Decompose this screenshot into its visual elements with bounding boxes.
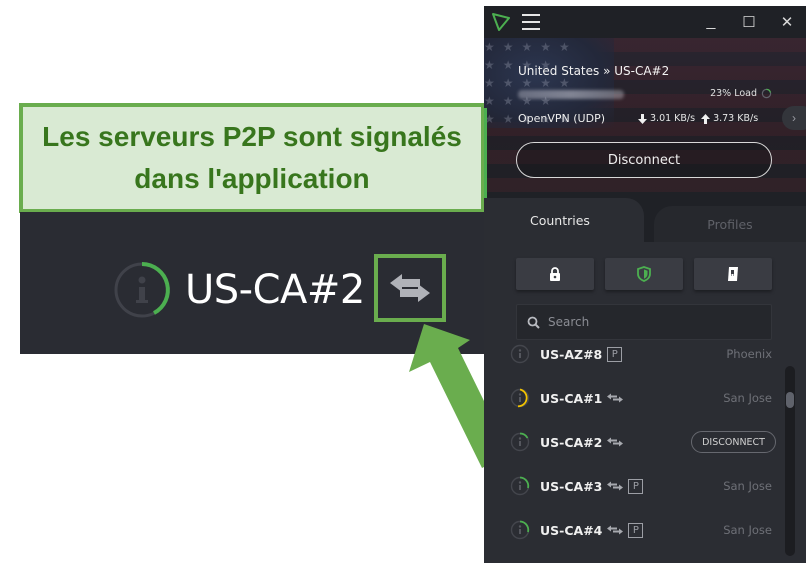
upload-arrow-icon (701, 113, 711, 124)
server-name: US-CA#1 (540, 391, 624, 406)
download-speed: 3.01 KB/s (650, 113, 696, 124)
server-list-scrollbar[interactable] (785, 366, 795, 556)
transfer-speeds: 3.01 KB/s 3.73 KB/s (638, 113, 758, 124)
connection-status-panel: ★★★★★ ★★★★ ★★★★★ ★★★★ ★★★★★ United State… (484, 38, 806, 198)
switch-icon (728, 267, 738, 281)
protonvpn-logo-icon (492, 13, 510, 31)
minimize-button[interactable]: _ (692, 6, 730, 38)
shield-icon (637, 266, 651, 282)
protocol-label: OpenVPN (UDP) (518, 112, 606, 125)
search-input[interactable] (548, 315, 748, 329)
secure-core-filter-button[interactable] (516, 258, 594, 290)
server-row-us-ca-4[interactable]: US-CA#4 P San Jose (484, 508, 784, 552)
server-row-us-az-8[interactable]: US-AZ#8 P Phoenix (484, 340, 784, 376)
close-button[interactable]: ✕ (768, 6, 806, 38)
zoomed-server-name: US-CA#2 (185, 267, 365, 313)
server-city: San Jose (723, 479, 772, 493)
connected-server-title: United States » US-CA#2 (518, 64, 670, 78)
info-load-ring-icon[interactable] (510, 476, 530, 496)
p2p-highlight-box (374, 254, 446, 322)
window-controls: _ ☐ ✕ (692, 6, 806, 38)
connected-indicator-bar (484, 108, 487, 198)
tab-countries[interactable]: Countries (484, 198, 644, 242)
hamburger-menu-icon[interactable] (522, 14, 540, 30)
kill-switch-filter-button[interactable] (694, 258, 772, 290)
p2p-arrows-icon (607, 393, 624, 403)
p2p-arrows-icon (607, 525, 624, 535)
netshield-filter-button[interactable] (605, 258, 683, 290)
server-city: San Jose (723, 391, 772, 405)
p2p-arrows-icon (607, 437, 624, 447)
server-name: US-CA#4 P (540, 522, 644, 538)
ip-address-blurred (518, 90, 624, 99)
tab-bar: Profiles Countries (484, 198, 806, 242)
load-ring-icon (761, 88, 772, 99)
p2p-arrows-icon (390, 274, 430, 302)
expand-details-button[interactable]: › (782, 106, 806, 130)
info-load-ring-icon[interactable] (510, 520, 530, 540)
search-icon (527, 316, 540, 329)
callout-line-1: Les serveurs P2P sont signalés (42, 121, 462, 152)
server-load-text: 23% Load (710, 88, 757, 99)
server-load: 23% Load (710, 88, 772, 99)
vpn-app-window: _ ☐ ✕ ★★★★★ ★★★★ ★★★★★ ★★★★ ★★★★★ United… (484, 6, 806, 563)
server-city: San Jose (723, 523, 772, 537)
plus-badge: P (607, 346, 623, 362)
annotation-callout: Les serveurs P2P sont signalés dans l'ap… (19, 103, 485, 213)
callout-line-2: dans l'application (134, 163, 370, 194)
plus-badge: P (628, 522, 644, 538)
server-row-us-ca-2[interactable]: US-CA#2 DISCONNECT (484, 420, 784, 464)
tab-profiles[interactable]: Profiles (654, 206, 806, 242)
info-load-ring-icon (114, 262, 170, 318)
scrollbar-thumb[interactable] (786, 392, 794, 408)
info-load-ring-icon[interactable] (510, 344, 530, 364)
p2p-arrows-icon (607, 481, 624, 491)
maximize-button[interactable]: ☐ (730, 6, 768, 38)
plus-badge: P (628, 478, 644, 494)
server-name: US-CA#2 (540, 435, 624, 450)
download-arrow-icon (638, 113, 647, 124)
server-disconnect-button[interactable]: DISCONNECT (691, 431, 776, 453)
title-bar: _ ☐ ✕ (484, 6, 806, 38)
lock-icon (550, 266, 560, 281)
server-row-us-ca-1[interactable]: US-CA#1 San Jose (484, 376, 784, 420)
feature-filters (516, 258, 772, 290)
info-load-ring-icon[interactable] (510, 388, 530, 408)
server-city: Phoenix (726, 347, 772, 361)
server-name: US-AZ#8 P (540, 346, 623, 362)
info-load-ring-icon[interactable] (510, 432, 530, 452)
search-box (516, 304, 772, 340)
upload-speed: 3.73 KB/s (713, 113, 759, 124)
server-name: US-CA#3 P (540, 478, 644, 494)
server-row-us-ca-3[interactable]: US-CA#3 P San Jose (484, 464, 784, 508)
server-list: US-AZ#8 P Phoenix US-CA#1 San Jose US-CA… (484, 340, 806, 563)
zoomed-server-row: US-CA#2 (112, 260, 365, 320)
disconnect-button[interactable]: Disconnect (516, 142, 772, 178)
callout-text: Les serveurs P2P sont signalés dans l'ap… (42, 116, 462, 200)
